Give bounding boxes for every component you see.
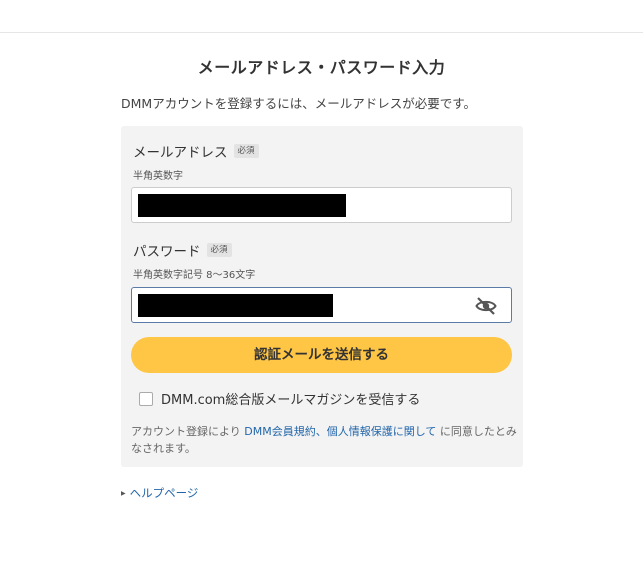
password-input-redacted-value: [138, 294, 333, 317]
privacy-policy-link[interactable]: 個人情報保護に関して: [327, 425, 437, 438]
password-field-label: パスワード 必須: [133, 240, 232, 260]
email-input-redacted-value: [138, 194, 346, 217]
newsletter-label: DMM.com総合版メールマガジンを受信する: [161, 393, 421, 408]
email-required-badge: 必須: [233, 144, 259, 158]
terms-agreement-text: アカウント登録により DMM会員規約、個人情報保護に関して に同意したとみなされ…: [131, 423, 517, 457]
email-input[interactable]: [131, 187, 512, 223]
email-field-label: メールアドレス 必須: [133, 141, 259, 161]
page-title: メールアドレス・パスワード入力: [197, 58, 446, 77]
send-verification-email-button[interactable]: 認証メールを送信する: [131, 337, 512, 373]
help-page-link[interactable]: ▶ ヘルプページ: [121, 485, 198, 501]
help-page-label: ヘルプページ: [129, 486, 199, 500]
header-divider: [0, 32, 643, 33]
triangle-right-icon: ▶: [121, 489, 126, 497]
password-input[interactable]: [131, 287, 512, 323]
terms-of-service-link[interactable]: DMM会員規約: [244, 425, 315, 438]
password-label-text: パスワード: [133, 244, 201, 260]
newsletter-checkbox[interactable]: [139, 391, 153, 406]
agreement-prefix: アカウント登録により: [131, 425, 245, 438]
agreement-separator: 、: [315, 425, 327, 438]
email-label-text: メールアドレス: [133, 145, 228, 161]
password-field-hint: 半角英数字記号 8〜36文字: [133, 270, 256, 281]
password-required-badge: 必須: [206, 243, 232, 257]
eye-slash-icon[interactable]: [475, 296, 497, 316]
newsletter-opt-in[interactable]: DMM.com総合版メールマガジンを受信する: [139, 389, 420, 408]
email-field-hint: 半角英数字: [133, 171, 183, 182]
intro-text: DMMアカウントを登録するには、メールアドレスが必要です。: [121, 96, 476, 111]
